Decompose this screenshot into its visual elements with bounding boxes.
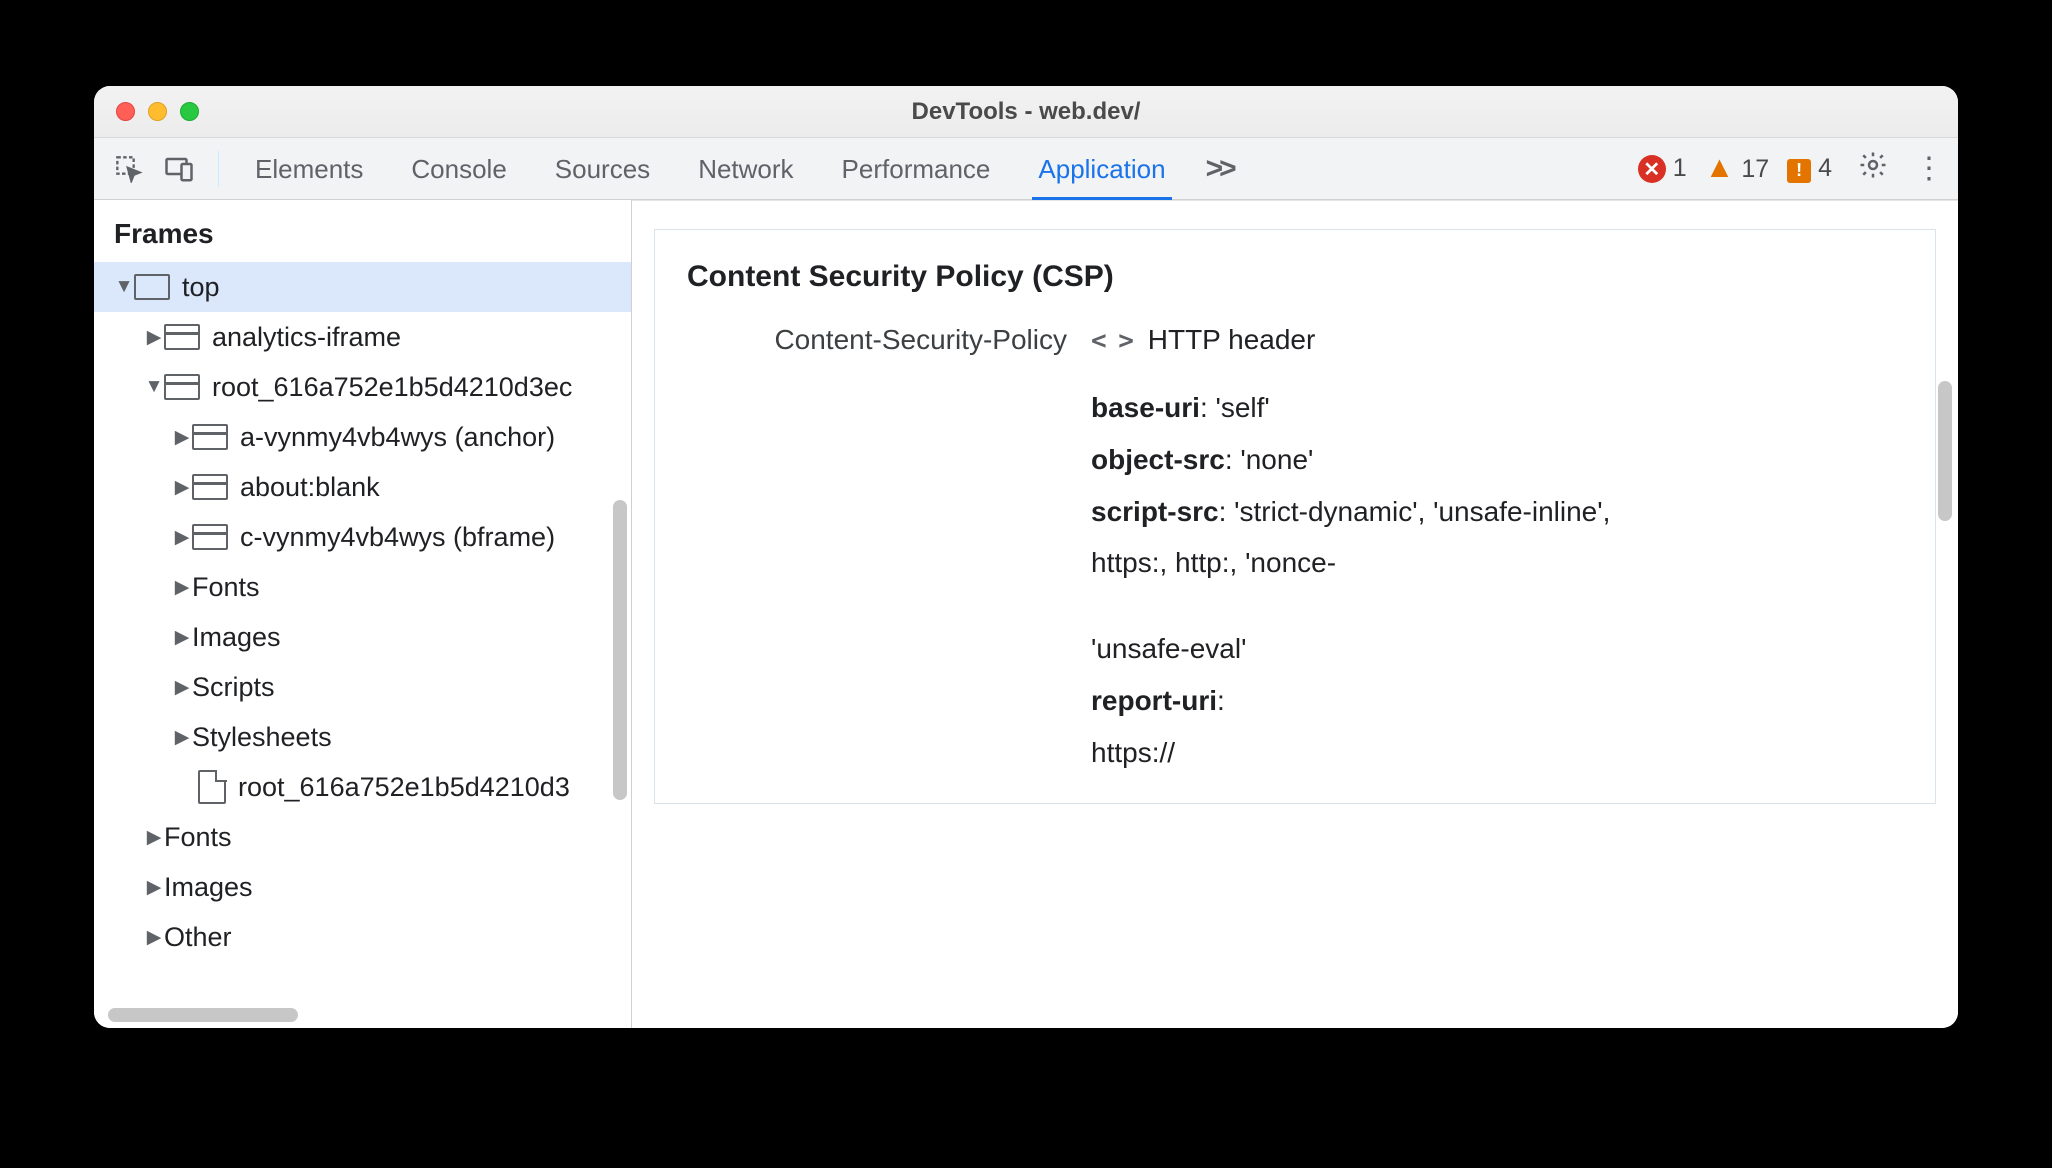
expand-toggle-icon[interactable] <box>172 426 192 449</box>
window-icon <box>134 274 170 300</box>
issue-count: 4 <box>1818 154 1832 182</box>
csp-directive-cont: 'unsafe-eval' <box>1091 623 1903 675</box>
expand-toggle-icon[interactable] <box>172 526 192 549</box>
tree-item-iframe[interactable]: analytics-iframe <box>94 312 631 362</box>
tab-network[interactable]: Network <box>692 138 799 199</box>
frame-icon <box>192 424 228 450</box>
tree-item-folder[interactable]: Images <box>94 612 631 662</box>
device-toolbar-icon[interactable] <box>158 148 200 190</box>
sidebar-section-header: Frames <box>94 200 631 262</box>
frames-sidebar: Frames top analytics-iframe root_616a752… <box>94 200 632 1028</box>
tree-item-iframe[interactable]: about:blank <box>94 462 631 512</box>
expand-toggle-icon[interactable] <box>144 926 164 949</box>
expand-toggle-icon[interactable] <box>172 576 192 599</box>
csp-directive-cont: https:, http:, 'nonce- <box>1091 537 1903 589</box>
csp-panel: Content Security Policy (CSP) Content-Se… <box>654 229 1936 804</box>
code-icon: < > <box>1091 326 1132 356</box>
frame-icon <box>192 474 228 500</box>
tree-item-document[interactable]: root_616a752e1b5d4210d3 <box>94 762 631 812</box>
csp-source-text: HTTP header <box>1148 324 1316 355</box>
more-options-button[interactable]: ⋮ <box>1914 151 1944 186</box>
tree-item-folder[interactable]: Fonts <box>94 562 631 612</box>
document-icon <box>198 770 226 804</box>
tree-item-folder[interactable]: Scripts <box>94 662 631 712</box>
main-vertical-scrollbar[interactable] <box>1938 381 1952 521</box>
error-icon: ✕ <box>1638 155 1666 183</box>
frames-tree: top analytics-iframe root_616a752e1b5d42… <box>94 262 631 962</box>
error-counter[interactable]: ✕ 1 <box>1638 154 1687 184</box>
tree-label: analytics-iframe <box>212 322 401 353</box>
csp-directive: report-uri: <box>1091 675 1903 727</box>
tree-label: Fonts <box>164 822 232 853</box>
sidebar-vertical-scrollbar[interactable] <box>613 500 627 800</box>
window-title: DevTools - web.dev/ <box>94 98 1958 126</box>
expand-toggle-icon[interactable] <box>172 676 192 699</box>
tree-item-folder[interactable]: Fonts <box>94 812 631 862</box>
csp-directive: object-src: 'none' <box>1091 434 1903 486</box>
warning-icon: ▲ <box>1705 153 1735 183</box>
devtools-window: DevTools - web.dev/ Elements Console Sou… <box>94 86 1958 1028</box>
tree-label: c-vynmy4vb4wys (bframe) <box>240 522 555 553</box>
tree-label: Images <box>164 872 253 903</box>
tree-label: root_616a752e1b5d4210d3 <box>238 772 570 803</box>
csp-source-label: Content-Security-Policy <box>687 324 1067 356</box>
expand-toggle-icon[interactable] <box>144 826 164 849</box>
tree-item-iframe[interactable]: a-vynmy4vb4wys (anchor) <box>94 412 631 462</box>
csp-directive: script-src: 'strict-dynamic', 'unsafe-in… <box>1091 486 1903 538</box>
tree-item-top[interactable]: top <box>94 262 631 312</box>
tree-label: about:blank <box>240 472 380 503</box>
tree-label: Scripts <box>192 672 275 703</box>
expand-toggle-icon[interactable] <box>144 376 164 398</box>
error-count: 1 <box>1673 154 1687 182</box>
panel-tabs: Elements Console Sources Network Perform… <box>249 138 1172 199</box>
tree-item-folder[interactable]: Stylesheets <box>94 712 631 762</box>
sidebar-horizontal-scrollbar[interactable] <box>108 1008 298 1022</box>
tree-label: Fonts <box>192 572 260 603</box>
csp-directives: base-uri: 'self' object-src: 'none' scri… <box>687 382 1903 779</box>
tab-sources[interactable]: Sources <box>549 138 656 199</box>
tree-label: Stylesheets <box>192 722 332 753</box>
tree-label: top <box>182 272 220 303</box>
csp-heading: Content Security Policy (CSP) <box>687 260 1903 294</box>
expand-toggle-icon[interactable] <box>172 476 192 499</box>
tree-item-folder[interactable]: Other <box>94 912 631 962</box>
toolbar-divider <box>218 151 219 187</box>
warning-counter[interactable]: ▲ 17 <box>1705 153 1769 184</box>
tree-label: a-vynmy4vb4wys (anchor) <box>240 422 555 453</box>
inspect-element-icon[interactable] <box>108 148 150 190</box>
tree-item-folder[interactable]: Images <box>94 862 631 912</box>
issue-counter[interactable]: ! 4 <box>1787 154 1832 183</box>
status-counters: ✕ 1 ▲ 17 ! 4 <box>1638 153 1832 184</box>
frame-icon <box>164 324 200 350</box>
tab-performance[interactable]: Performance <box>836 138 997 199</box>
titlebar: DevTools - web.dev/ <box>94 86 1958 138</box>
main-panel: Content Security Policy (CSP) Content-Se… <box>632 200 1958 1028</box>
issue-icon: ! <box>1787 159 1811 183</box>
tab-console[interactable]: Console <box>405 138 512 199</box>
expand-toggle-icon[interactable] <box>172 726 192 749</box>
tree-item-iframe[interactable]: c-vynmy4vb4wys (bframe) <box>94 512 631 562</box>
settings-button[interactable] <box>1858 150 1888 188</box>
toolbar: Elements Console Sources Network Perform… <box>94 138 1958 200</box>
frame-icon <box>164 374 200 400</box>
content-area: Frames top analytics-iframe root_616a752… <box>94 200 1958 1028</box>
frame-icon <box>192 524 228 550</box>
expand-toggle-icon[interactable] <box>144 876 164 899</box>
csp-directive-cont: https:// <box>1091 727 1903 779</box>
tab-application[interactable]: Application <box>1032 138 1171 199</box>
tree-item-iframe[interactable]: root_616a752e1b5d4210d3ec <box>94 362 631 412</box>
expand-toggle-icon[interactable] <box>172 626 192 649</box>
more-tabs-button[interactable]: >> <box>1206 152 1233 186</box>
csp-source-row: Content-Security-Policy < > HTTP header <box>687 324 1903 356</box>
csp-directive: base-uri: 'self' <box>1091 382 1903 434</box>
tree-label: Images <box>192 622 281 653</box>
expand-toggle-icon[interactable] <box>114 276 134 298</box>
tree-label: Other <box>164 922 232 953</box>
expand-toggle-icon[interactable] <box>144 326 164 349</box>
csp-source-value: < > HTTP header <box>1091 324 1903 356</box>
warning-count: 17 <box>1741 155 1769 183</box>
tab-elements[interactable]: Elements <box>249 138 369 199</box>
tree-label: root_616a752e1b5d4210d3ec <box>212 372 572 403</box>
